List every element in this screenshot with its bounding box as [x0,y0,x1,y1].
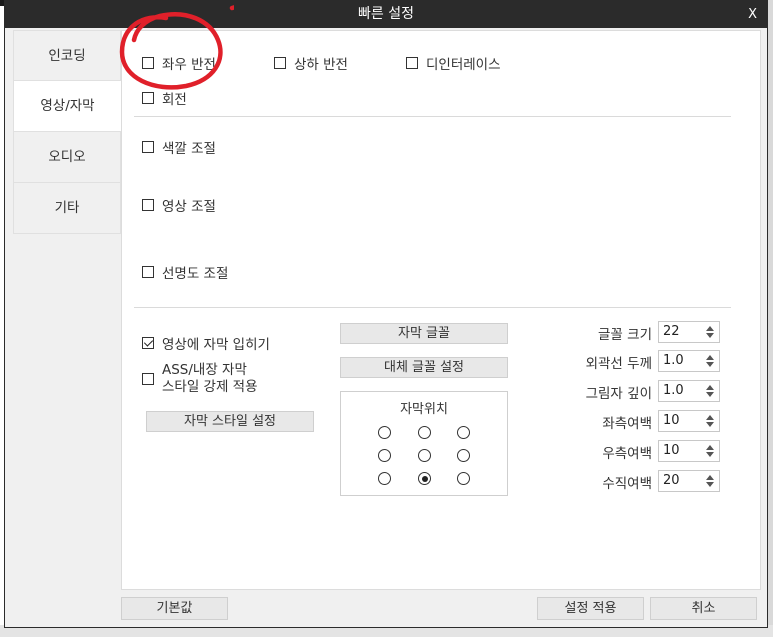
color-adjust-checkbox[interactable]: 색깔 조절 [142,137,216,157]
shadow-label: 그림자 깊이 [585,386,652,402]
position-radio-middle-left[interactable] [378,449,391,462]
rotate-checkbox[interactable]: 회전 [142,88,187,108]
background-window-edge [768,0,773,637]
shadow-spinbox[interactable]: 1.0 [658,380,720,402]
margin-right-spinbox[interactable]: 10 [658,440,720,462]
margin-left-spinbox[interactable]: 10 [658,410,720,432]
checkbox-box[interactable] [142,337,154,349]
subtitle-style-button[interactable]: 자막 스타일 설정 [146,411,314,432]
font-size-label: 글꼴 크기 [598,327,652,343]
flip-horizontal-checkbox[interactable]: 좌우 반전 [142,53,216,73]
sharpness-adjust-label: 선명도 조절 [162,266,229,282]
spin-up-arrow-icon[interactable] [706,355,714,360]
tab-label: 기타 [54,200,80,216]
subtitle-position-group: 자막위치 [340,391,508,496]
font-size-spinbox[interactable]: 22 [658,321,720,343]
tab-audio[interactable]: 오디오 [13,132,121,183]
burn-in-subtitle-checkbox[interactable]: 영상에 자막 입히기 [142,333,270,353]
fallback-font-button[interactable]: 대체 글꼴 설정 [340,357,508,378]
force-style-label: ASS/내장 자막 스타일 강제 적용 [162,362,258,396]
deinterlace-label: 디인터레이스 [426,57,501,73]
image-adjust-checkbox[interactable]: 영상 조절 [142,195,216,215]
spin-down-arrow-icon[interactable] [706,392,714,397]
tab-video-subtitle[interactable]: 영상/자막 [13,81,121,132]
checkbox-box[interactable] [406,57,418,69]
checkbox-box[interactable] [142,199,154,211]
sharpness-adjust-checkbox[interactable]: 선명도 조절 [142,262,228,282]
position-radio-middle-right[interactable] [457,449,470,462]
margin-right-value[interactable]: 10 [663,443,680,458]
deinterlace-checkbox[interactable]: 디인터레이스 [406,53,501,73]
quick-settings-dialog: 빠른 설정 X 인코딩 영상/자막 오디오 기타 좌우 반전 상하 반전 디인터… [4,0,768,628]
flip-vertical-checkbox[interactable]: 상하 반전 [274,53,348,73]
force-style-label-line2: 스타일 강제 적용 [162,379,258,395]
margin-vertical-label: 수직여백 [602,476,652,492]
outline-spinbox[interactable]: 1.0 [658,350,720,372]
position-radio-bottom-left[interactable] [378,472,391,485]
margin-right-label: 우측여백 [602,446,652,462]
spin-down-arrow-icon[interactable] [706,452,714,457]
spin-up-arrow-icon[interactable] [706,475,714,480]
rotate-label: 회전 [162,92,187,108]
checkbox-box[interactable] [142,373,154,385]
tab-label: 오디오 [48,149,86,165]
default-button[interactable]: 기본값 [121,597,228,620]
tab-etc[interactable]: 기타 [13,183,121,234]
spin-up-arrow-icon[interactable] [706,445,714,450]
burn-in-subtitle-label: 영상에 자막 입히기 [162,337,270,353]
spin-up-arrow-icon[interactable] [706,326,714,331]
font-size-value[interactable]: 22 [663,324,680,339]
tab-label: 인코딩 [48,48,86,64]
spin-down-arrow-icon[interactable] [706,422,714,427]
title-bar[interactable]: 빠른 설정 X [5,1,767,28]
position-radio-top-left[interactable] [378,426,391,439]
position-radio-top-right[interactable] [457,426,470,439]
checkbox-box[interactable] [142,57,154,69]
window-title: 빠른 설정 [358,6,414,22]
outline-value[interactable]: 1.0 [663,353,684,368]
force-style-checkbox[interactable]: ASS/내장 자막 스타일 강제 적용 [142,362,258,396]
margin-left-label: 좌측여백 [602,416,652,432]
checkbox-box[interactable] [142,92,154,104]
section-divider [134,307,731,308]
video-subtitle-panel: 좌우 반전 상하 반전 디인터레이스 회전 색깔 조절 영상 조절 선명도 조절 [121,30,761,590]
spin-down-arrow-icon[interactable] [706,362,714,367]
tab-label: 영상/자막 [40,98,95,114]
flip-vertical-label: 상하 반전 [294,57,348,73]
checkbox-box[interactable] [274,57,286,69]
spin-up-arrow-icon[interactable] [706,385,714,390]
checkbox-box[interactable] [142,141,154,153]
margin-vertical-spinbox[interactable]: 20 [658,470,720,492]
subtitle-font-button[interactable]: 자막 글꼴 [340,323,508,344]
subtitle-position-title: 자막위치 [400,402,448,417]
spin-down-arrow-icon[interactable] [706,482,714,487]
spin-up-arrow-icon[interactable] [706,415,714,420]
margin-left-value[interactable]: 10 [663,413,680,428]
image-adjust-label: 영상 조절 [162,199,216,215]
outline-label: 외곽선 두께 [585,356,652,372]
tab-encoding[interactable]: 인코딩 [13,30,121,81]
position-radio-bottom-right[interactable] [457,472,470,485]
flip-horizontal-label: 좌우 반전 [162,57,216,73]
shadow-value[interactable]: 1.0 [663,383,684,398]
force-style-label-line1: ASS/내장 자막 [162,362,247,378]
margin-vertical-value[interactable]: 20 [663,473,680,488]
position-radio-bottom-center[interactable] [418,472,431,485]
color-adjust-label: 색깔 조절 [162,141,216,157]
position-radio-top-center[interactable] [418,426,431,439]
spin-down-arrow-icon[interactable] [706,333,714,338]
settings-tabs: 인코딩 영상/자막 오디오 기타 [13,30,121,234]
apply-settings-button[interactable]: 설정 적용 [537,597,644,620]
cancel-button[interactable]: 취소 [650,597,757,620]
section-divider [134,116,731,117]
checkbox-box[interactable] [142,266,154,278]
close-button[interactable]: X [748,1,757,28]
position-radio-middle-center[interactable] [418,449,431,462]
